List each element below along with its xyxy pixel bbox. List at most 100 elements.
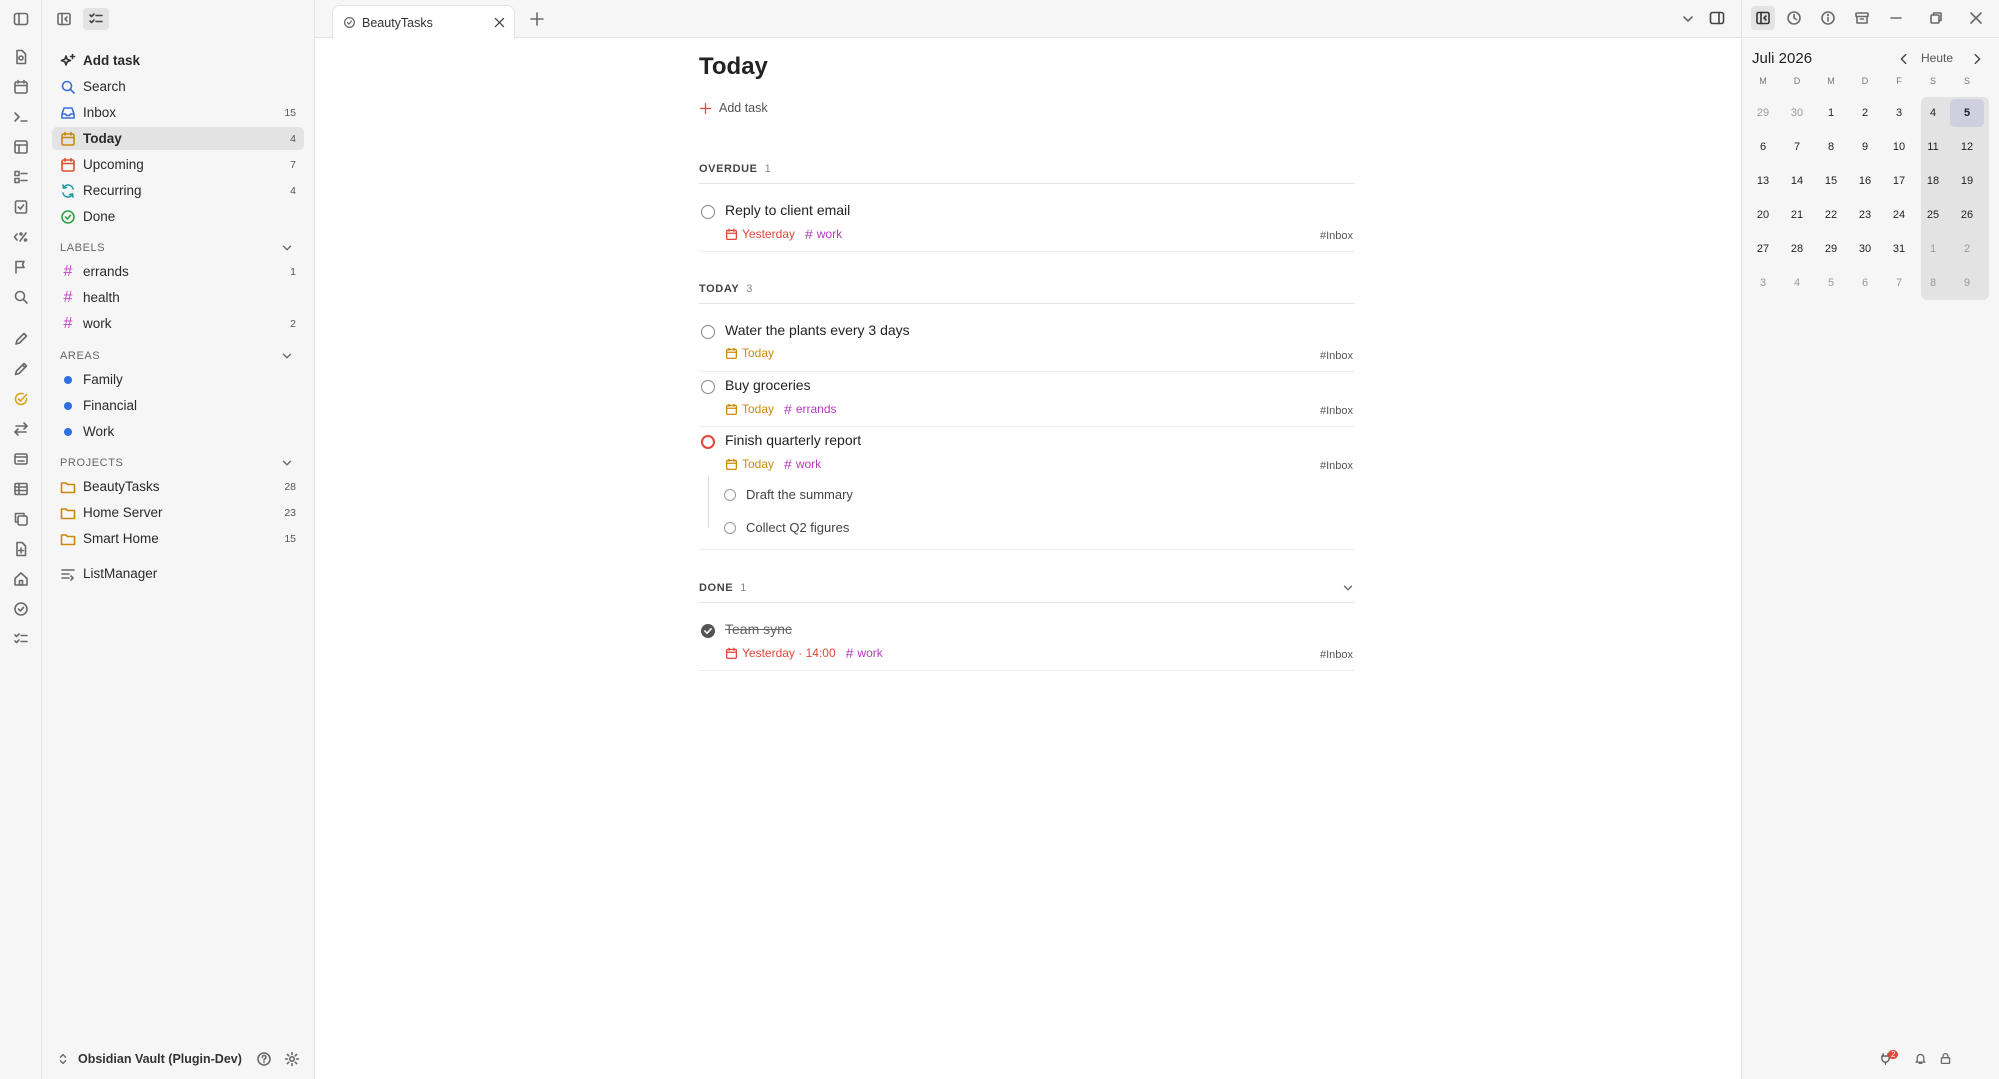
label-health[interactable]: # health [52,286,304,309]
calendar-day[interactable]: 31 [1882,235,1916,263]
task-label[interactable]: # work [784,456,821,472]
calendar-day[interactable]: 8 [1916,269,1950,297]
copy-icon[interactable] [11,509,31,529]
close-tab-icon[interactable] [493,16,506,29]
calendar-day[interactable]: 29 [1814,235,1848,263]
nav-inbox[interactable]: Inbox 15 [52,101,304,124]
calendar-day[interactable]: 22 [1814,201,1848,229]
calendar-panel-icon[interactable] [1751,6,1775,30]
task-project[interactable]: #Inbox [1320,460,1353,472]
nav-upcoming[interactable]: Upcoming 7 [52,153,304,176]
task-checkbox[interactable] [701,205,715,219]
calendar-day[interactable]: 30 [1780,99,1814,127]
plug-status-icon[interactable]: 2 [1879,1050,1899,1065]
next-month-chevron-icon[interactable] [1970,52,1984,66]
task-row[interactable]: Buy groceries Today # errands #Inbox [699,375,1355,427]
calendar-day[interactable]: 16 [1848,167,1882,195]
home-icon[interactable] [11,569,31,589]
calendar-day[interactable]: 5 [1814,269,1848,297]
pen-icon[interactable] [11,359,31,379]
task-label[interactable]: # errands [784,401,836,417]
calendar-day[interactable]: 13 [1746,167,1780,195]
list-icon[interactable] [11,167,31,187]
today-button[interactable]: Heute [1921,51,1953,65]
check-circle-icon[interactable] [11,599,31,619]
calendar-day[interactable]: 4 [1780,269,1814,297]
calendar-day[interactable]: 6 [1746,133,1780,161]
calendar-day[interactable]: 19 [1950,167,1984,195]
calendar-day[interactable]: 23 [1848,201,1882,229]
calendar-day[interactable]: 18 [1916,167,1950,195]
calendar-day[interactable]: 27 [1746,235,1780,263]
calendar-day[interactable]: 3 [1882,99,1916,127]
project-beautytasks[interactable]: BeautyTasks 28 [52,475,304,498]
nav-recurring[interactable]: Recurring 4 [52,179,304,202]
help-icon[interactable] [256,1051,272,1067]
calendar-day[interactable]: 10 [1882,133,1916,161]
task-label[interactable]: # work [805,226,842,242]
bell-icon[interactable] [1914,1052,1927,1065]
collapse-left-icon[interactable] [51,8,77,30]
flag-icon[interactable] [11,257,31,277]
areas-heading[interactable]: AREAS [60,347,304,365]
calendar-day[interactable]: 6 [1848,269,1882,297]
calendar-day[interactable]: 28 [1780,235,1814,263]
calendar-icon[interactable] [11,77,31,97]
calendar-day[interactable]: 21 [1780,201,1814,229]
calendar-day[interactable]: 4 [1916,99,1950,127]
tab-list-chevron-icon[interactable] [1680,11,1696,27]
calendar-day[interactable]: 8 [1814,133,1848,161]
chevron-down-icon[interactable] [1341,581,1355,595]
calendar-day[interactable]: 5 [1950,99,1984,127]
inbox-tray-icon[interactable] [11,449,31,469]
prev-month-chevron-icon[interactable] [1897,52,1911,66]
labels-heading[interactable]: LABELS [60,239,304,257]
task-checkbox[interactable] [701,325,715,339]
area-work[interactable]: Work [52,420,304,443]
calendar-day[interactable]: 9 [1848,133,1882,161]
close-window-icon[interactable] [1968,10,1984,26]
nav-list-manager[interactable]: ListManager [52,562,304,585]
nav-add-task[interactable]: Add task [52,49,304,72]
tab-beautytasks[interactable]: BeautyTasks [332,5,515,39]
calendar-day[interactable]: 7 [1882,269,1916,297]
table-icon[interactable] [11,479,31,499]
add-task-button[interactable]: Add task [699,101,768,115]
calendar-day[interactable]: 2 [1950,235,1984,263]
calendar-day[interactable]: 1 [1814,99,1848,127]
task-project[interactable]: #Inbox [1320,350,1353,362]
project-home-server[interactable]: Home Server 23 [52,501,304,524]
calendar-day[interactable]: 1 [1916,235,1950,263]
file-icon[interactable] [11,47,31,67]
right-sidebar-toggle-icon[interactable] [1709,10,1725,26]
calendar-day[interactable]: 15 [1814,167,1848,195]
task-checkbox[interactable] [701,435,715,449]
tasks-view-icon[interactable] [83,8,109,30]
calendar-day[interactable]: 20 [1746,201,1780,229]
lock-icon[interactable] [1939,1052,1952,1065]
calendar-day[interactable]: 17 [1882,167,1916,195]
task-row[interactable]: Water the plants every 3 days Today #Inb… [699,320,1355,372]
task-row[interactable]: Finish quarterly report Today # work #Inb… [699,430,1355,550]
file-plus-icon[interactable] [11,539,31,559]
arrows-swap-icon[interactable] [11,419,31,439]
task-checkbox[interactable] [701,380,715,394]
label-errands[interactable]: # errands 1 [52,260,304,283]
subtask-row[interactable]: Collect Q2 figures [724,520,849,535]
nav-done[interactable]: Done [52,205,304,228]
beautytasks-icon[interactable] [11,389,31,409]
subtask-row[interactable]: Draft the summary [724,487,853,502]
task-project[interactable]: #Inbox [1320,405,1353,417]
task-project[interactable]: #Inbox [1320,649,1353,661]
task-label[interactable]: # work [846,645,883,661]
calendar-day[interactable]: 2 [1848,99,1882,127]
new-tab-plus-icon[interactable] [529,11,545,27]
area-family[interactable]: Family [52,368,304,391]
project-smart-home[interactable]: Smart Home 15 [52,527,304,550]
sidebar-toggle-icon[interactable] [11,9,31,29]
label-work[interactable]: # work 2 [52,312,304,335]
vault-switcher[interactable]: Obsidian Vault (Plugin-Dev) [42,1039,315,1079]
calendar-day[interactable]: 25 [1916,201,1950,229]
calendar-day[interactable]: 3 [1746,269,1780,297]
restore-icon[interactable] [1928,10,1944,26]
